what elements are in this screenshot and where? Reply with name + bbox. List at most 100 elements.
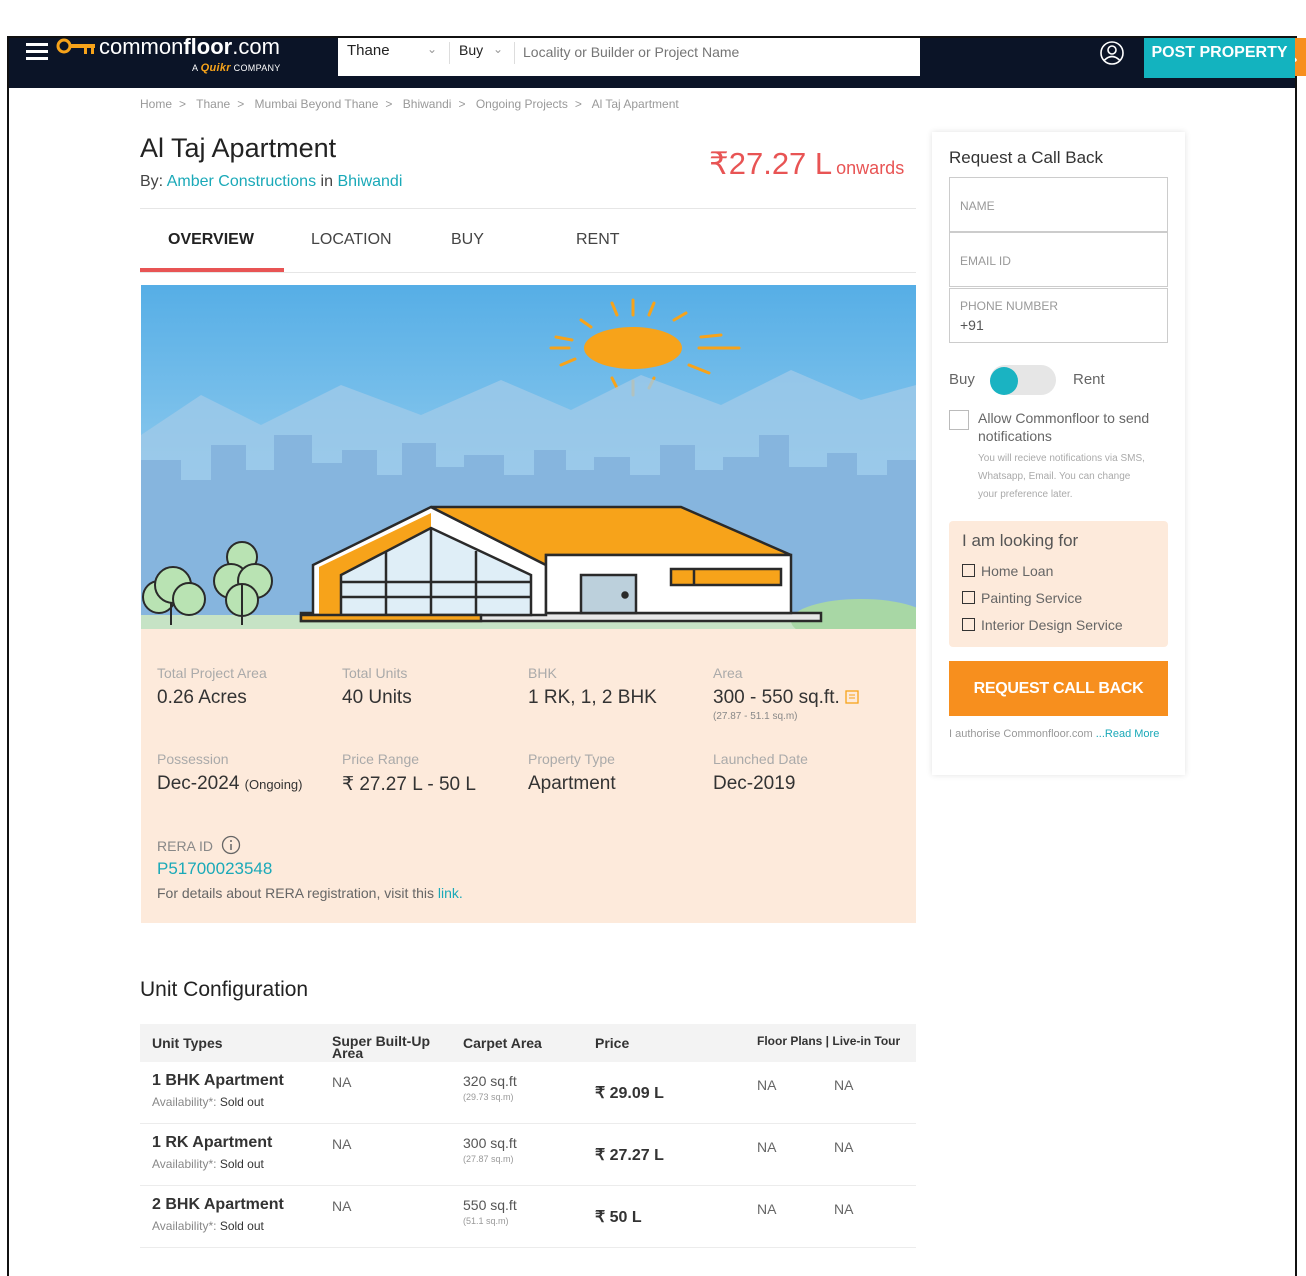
callback-form: Request a Call Back NAME EMAIL ID PHONE … xyxy=(932,132,1185,775)
divider xyxy=(140,208,916,209)
tab-location[interactable]: LOCATION xyxy=(311,231,392,249)
request-callback-button[interactable]: REQUEST CALL BACK xyxy=(949,661,1168,716)
breadcrumb-thane[interactable]: Thane xyxy=(196,97,230,111)
carpet-area: 320 sq.ft xyxy=(463,1073,517,1089)
breadcrumb-region[interactable]: Mumbai Beyond Thane xyxy=(255,97,379,111)
live-tour: NA xyxy=(834,1077,854,1093)
col-super-area: Super Built-Up Area xyxy=(332,1033,430,1061)
carpet-area-sqm: (27.87 sq.m) xyxy=(463,1154,514,1164)
tab-rent[interactable]: RENT xyxy=(576,231,620,249)
unit-price: ₹ 29.09 L xyxy=(595,1085,664,1102)
detail-launched: Launched Date Dec-2019 xyxy=(713,751,808,794)
carpet-area: 550 sq.ft xyxy=(463,1197,517,1213)
live-tour: NA xyxy=(834,1201,854,1217)
carpet-area-sqm: (29.73 sq.m) xyxy=(463,1092,514,1102)
buy-label: Buy xyxy=(949,371,975,388)
super-area: NA xyxy=(332,1198,352,1214)
phone-field[interactable]: PHONE NUMBER +91 xyxy=(949,288,1168,343)
city-selector[interactable]: Thane xyxy=(347,42,390,59)
area-converter-icon[interactable] xyxy=(845,690,859,704)
rera-link[interactable]: link. xyxy=(438,885,463,901)
breadcrumb-home[interactable]: Home xyxy=(140,97,172,111)
search-bar: Thane ⌄ Buy ⌄ xyxy=(338,37,1306,76)
table-row: 1 RK Apartment Availability*: Sold out N… xyxy=(140,1124,916,1186)
chevron-down-icon: ⌄ xyxy=(427,42,438,56)
super-area: NA xyxy=(332,1074,352,1090)
unit-availability: Availability*: Sold out xyxy=(152,1095,264,1109)
breadcrumb: Home > Thane > Mumbai Beyond Thane > Bhiwan… xyxy=(140,97,679,111)
breadcrumb-current: Al Taj Apartment xyxy=(591,97,679,111)
detail-price-range: Price Range ₹ 27.27 L - 50 L xyxy=(342,751,476,795)
key-logo-icon xyxy=(56,38,95,54)
rera-section: RERA ID P51700023548 For details about R… xyxy=(157,835,463,901)
col-floor-plans: Floor Plans | Live-in Tour xyxy=(757,1034,901,1048)
unit-type: 2 BHK Apartment xyxy=(152,1196,284,1213)
table-row: 1 BHK Apartment Availability*: Sold out … xyxy=(140,1062,916,1124)
checkbox-icon[interactable] xyxy=(962,618,975,631)
builder-line: By: Amber Constructions in Bhiwandi xyxy=(140,173,403,190)
rera-id[interactable]: P51700023548 xyxy=(157,859,463,879)
checkbox-icon[interactable] xyxy=(962,564,975,577)
callback-title: Request a Call Back xyxy=(949,148,1104,167)
detail-property-type: Property Type Apartment xyxy=(528,751,616,794)
super-area: NA xyxy=(332,1136,352,1152)
option-home-loan[interactable]: Home Loan xyxy=(962,563,1053,579)
col-carpet-area: Carpet Area xyxy=(463,1035,542,1051)
detail-total-units: Total Units 40 Units xyxy=(342,665,412,708)
unit-type: 1 BHK Apartment xyxy=(152,1072,284,1089)
tab-buy[interactable]: BUY xyxy=(451,231,484,249)
project-details-panel: Total Project Area 0.26 Acres Total Unit… xyxy=(141,629,916,923)
unit-type: 1 RK Apartment xyxy=(152,1134,273,1151)
floor-plan: NA xyxy=(757,1077,777,1093)
active-tab-indicator xyxy=(140,268,284,272)
unit-config-table: Unit Types Super Built-Up Area Carpet Ar… xyxy=(140,1024,916,1248)
search-input[interactable] xyxy=(523,38,913,66)
notifications-note: You will recieve notifications via SMS, … xyxy=(978,453,1145,500)
divider xyxy=(449,42,450,64)
top-navbar: commonfloor.com A Quikr COMPANY Thane ⌄ … xyxy=(9,34,1306,88)
buy-rent-toggle[interactable] xyxy=(990,365,1056,395)
post-property-button[interactable]: POST PROPERTY xyxy=(1144,38,1295,78)
allow-notifications-checkbox[interactable] xyxy=(949,410,969,430)
user-account-icon[interactable] xyxy=(1099,40,1125,66)
toggle-knob xyxy=(990,367,1018,395)
mode-selector[interactable]: Buy xyxy=(459,42,483,58)
email-field[interactable]: EMAIL ID xyxy=(949,232,1168,287)
unit-config-title: Unit Configuration xyxy=(140,978,309,1001)
option-interior-design[interactable]: Interior Design Service xyxy=(962,617,1123,633)
unit-price: ₹ 50 L xyxy=(595,1209,642,1226)
breadcrumb-locality[interactable]: Bhiwandi xyxy=(403,97,452,111)
builder-link[interactable]: Amber Constructions xyxy=(167,173,316,190)
tab-overview[interactable]: OVERVIEW xyxy=(168,231,254,249)
site-logo[interactable]: commonfloor.com xyxy=(99,34,280,60)
section-tabs: OVERVIEW LOCATION BUY RENT xyxy=(140,226,916,273)
unit-availability: Availability*: Sold out xyxy=(152,1219,264,1233)
floor-plan: NA xyxy=(757,1139,777,1155)
project-price: ₹27.27 Lonwards xyxy=(709,146,905,181)
project-illustration xyxy=(141,285,916,629)
read-more-link[interactable]: ...Read More xyxy=(1096,728,1160,740)
detail-bhk: BHK 1 RK, 1, 2 BHK xyxy=(528,665,657,708)
looking-for-title: I am looking for xyxy=(962,531,1079,550)
locality-link[interactable]: Bhiwandi xyxy=(337,173,402,190)
carpet-area-sqm: (51.1 sq.m) xyxy=(463,1216,509,1226)
col-unit-types: Unit Types xyxy=(152,1035,223,1051)
table-header: Unit Types Super Built-Up Area Carpet Ar… xyxy=(140,1024,916,1062)
unit-price: ₹ 27.27 L xyxy=(595,1147,664,1164)
checkbox-icon[interactable] xyxy=(962,591,975,604)
detail-area: Area 300 - 550 sq.ft. (27.87 - 51.1 sq.m… xyxy=(713,665,859,722)
carpet-area: 300 sq.ft xyxy=(463,1135,517,1151)
chevron-down-icon: ⌄ xyxy=(493,42,504,56)
info-icon[interactable] xyxy=(221,835,241,855)
detail-total-area: Total Project Area 0.26 Acres xyxy=(157,665,267,708)
detail-possession: Possession Dec-2024 (Ongoing) xyxy=(157,751,303,794)
table-row: 2 BHK Apartment Availability*: Sold out … xyxy=(140,1186,916,1248)
option-painting[interactable]: Painting Service xyxy=(962,590,1082,606)
menu-icon[interactable] xyxy=(26,43,48,63)
looking-for-box: I am looking for Home Loan Painting Serv… xyxy=(949,521,1168,647)
breadcrumb-ongoing[interactable]: Ongoing Projects xyxy=(476,97,568,111)
logo-tagline: A Quikr COMPANY xyxy=(192,62,281,74)
rent-label: Rent xyxy=(1073,371,1105,388)
floor-plan: NA xyxy=(757,1201,777,1217)
name-field[interactable]: NAME xyxy=(949,177,1168,232)
